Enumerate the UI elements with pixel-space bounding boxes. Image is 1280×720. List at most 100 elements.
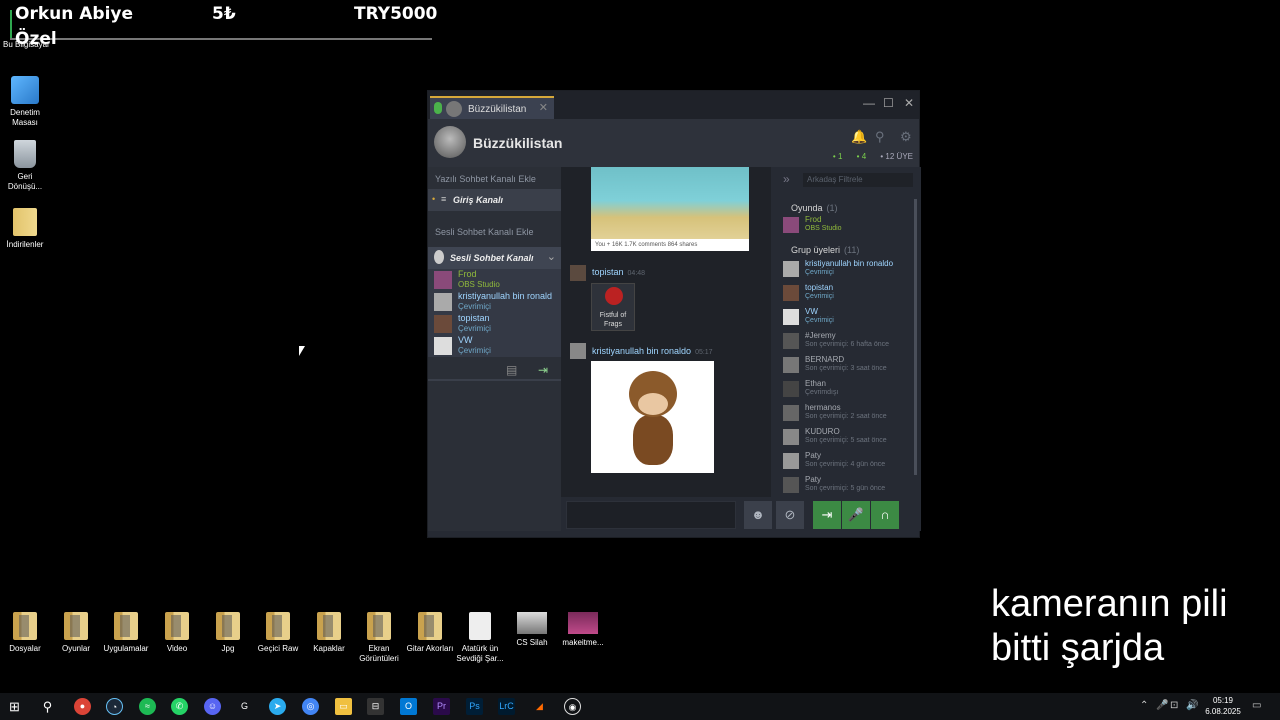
desktop-folder-jpg[interactable]: Jpg [200,612,256,654]
member-item[interactable]: BERNARD Son çevrimiçi: 3 saat önce [783,355,915,377]
desktop-folder-gitar-akorlari[interactable]: Gitar Akorları [402,612,458,654]
online-dot: • [856,152,860,161]
spotify-icon[interactable]: ≈ [139,698,156,715]
message-input[interactable] [566,501,736,529]
app-icon[interactable]: G [236,698,253,715]
desktop-file-makeitme[interactable]: makeitme... [555,612,611,648]
avatar [783,261,799,277]
shared-image-beach[interactable]: You + 16K 1.7K comments 864 shares [591,167,749,251]
voice-member[interactable]: Frod OBS Studio [434,269,559,291]
notifications-icon[interactable]: ▭ [1252,700,1261,711]
microphone-tray-icon[interactable]: 🎤 [1156,700,1168,711]
desktop-folder-video[interactable]: Video [149,612,205,654]
member-item[interactable]: Ethan Çevrimdışı [783,379,915,401]
member-counts: • 1 • 4 • 12 ÜYE [833,152,913,161]
author-name: kristiyanullah bin ronaldo [592,346,692,356]
desktop-file-cs-silah[interactable]: CS Silah [504,612,560,648]
maximize-button[interactable]: ☐ [883,96,894,110]
invite-friend-icon[interactable]: ⚲ [875,129,889,144]
member-item[interactable]: kristiyanullah bin ronaldo Çevrimiçi [783,259,915,281]
this-pc-label[interactable]: Bu Bilgisayar [3,40,50,49]
desktop-icon-control-panel[interactable]: Denetim Masası [0,76,53,128]
section-label: Oyunda [791,203,823,213]
member-item[interactable]: Paty Son çevrimiçi: 4 gün önce [783,451,915,473]
group-name: Büzzükilistan [473,135,563,151]
add-voice-channel[interactable]: Sesli Sohbet Kanalı Ekle [435,227,534,237]
bell-icon[interactable]: 🔔 [851,129,867,144]
desktop-folder-ekran-goruntuleri[interactable]: Ekran Görüntüleri [351,612,407,664]
whatsapp-icon[interactable]: ✆ [171,698,188,715]
message-author[interactable]: kristiyanullah bin ronaldo 05:17 [592,346,713,356]
section-group-members[interactable]: Grup üyeleri (11) [791,245,859,255]
chat-log: You + 16K 1.7K comments 864 shares topis… [561,167,771,497]
chrome-icon[interactable]: ● [74,698,91,715]
section-in-game[interactable]: Oyunda (1) [791,203,838,213]
headset-button[interactable]: ∩ [871,501,899,529]
premiere-icon[interactable]: Pr [433,698,450,715]
folder-icon [165,612,189,640]
add-text-channel[interactable]: Yazılı Sohbet Kanalı Ekle [435,174,536,184]
lightroom-icon[interactable]: LrC [498,698,515,715]
window-titlebar[interactable]: Büzzükilistan ✕ — ☐ ✕ [428,91,919,119]
clock[interactable]: 05:19 6.08.2025 [1204,695,1242,717]
member-item[interactable]: hermanos Son çevrimiçi: 2 saat önce [783,403,915,425]
outlook-icon[interactable]: O [400,698,417,715]
section-count: (1) [826,203,838,213]
desktop-folder-oyunlar[interactable]: Oyunlar [48,612,104,654]
voice-settings-icon[interactable]: ▤ [506,363,517,377]
chat-tab[interactable]: Büzzükilistan ✕ [430,96,554,119]
section-count: (11) [844,245,860,255]
voice-member[interactable]: kristiyanullah bin ronaldo Çevrimiçi [434,291,559,313]
expand-icon[interactable]: » [783,172,790,186]
store-icon[interactable]: ⊟ [367,698,384,715]
member-item[interactable]: #Jeremy Son çevrimiçi: 6 hafta önce [783,331,915,353]
desktop-folder-gecici-raw[interactable]: Geçici Raw [250,612,306,654]
windows-start-icon[interactable]: ⊞ [6,698,23,715]
close-tab-icon[interactable]: ✕ [539,101,548,114]
photoshop-icon[interactable]: Ps [466,698,483,715]
shared-image-monkey[interactable] [591,361,714,473]
app-icon[interactable]: ◢ [531,698,548,715]
close-button[interactable]: ✕ [904,96,914,110]
member-item[interactable]: Frod OBS Studio [783,215,915,237]
desktop-icon-recycle-bin[interactable]: Geri Dönüşü... [0,140,53,192]
desktop-file-ataturk[interactable]: Atatürk ün Sevdiği Şar... [452,612,508,664]
channel-giris[interactable]: • ≡ Giriş Kanalı [428,189,561,211]
minimize-button[interactable]: — [863,96,875,110]
volume-icon[interactable]: 🔊 [1186,700,1198,711]
avatar[interactable] [570,343,586,359]
member-item[interactable]: VW Çevrimiçi [783,307,915,329]
gear-icon[interactable]: ⚙ [900,129,914,144]
member-item[interactable]: KUDURO Son çevrimiçi: 5 saat önce [783,427,915,449]
file-explorer-icon[interactable]: ▭ [335,698,352,715]
leave-voice-button[interactable]: ⇥ [813,501,841,529]
desktop-folder-uygulamalar[interactable]: Uygulamalar [98,612,154,654]
chevron-up-icon[interactable]: ⌃ [1140,700,1148,711]
game-attachment[interactable]: Fistful of Frags [591,283,635,331]
telegram-icon[interactable]: ➤ [269,698,286,715]
avatar[interactable] [570,265,586,281]
friend-filter-input[interactable]: Arkadaş Filtrele [803,173,913,187]
desktop-folder-dosyalar[interactable]: Dosyalar [0,612,53,654]
obs-icon[interactable]: ◉ [564,698,581,715]
channel-voice[interactable]: Sesli Sohbet Kanalı ⌄ [428,247,561,269]
attach-button[interactable]: ⊘ [776,501,804,529]
network-icon[interactable]: ⊡ [1170,700,1178,711]
discord-icon[interactable]: ☺ [204,698,221,715]
member-item[interactable]: topistan Çevrimiçi [783,283,915,305]
chevron-down-icon[interactable]: ⌄ [547,250,556,263]
desktop-icon-downloads[interactable]: İndirilenler [0,208,53,250]
microphone-button[interactable]: 🎤 [842,501,870,529]
scrollbar[interactable] [914,199,917,475]
emoticon-button[interactable]: ☻ [744,501,772,529]
message-author[interactable]: topistan 04:48 [592,267,645,277]
voice-member[interactable]: topistan Çevrimiçi [434,313,559,335]
voice-member[interactable]: VW Çevrimiçi [434,335,559,357]
member-item[interactable]: Paty Son çevrimiçi: 5 gün önce [783,475,915,497]
desktop-folder-kapaklar[interactable]: Kapaklar [301,612,357,654]
search-icon[interactable]: ⚲ [39,698,56,715]
desktop-icon-label: Geçici Raw [257,644,299,653]
steam-icon[interactable]: ◔ [106,698,123,715]
chrome-alt-icon[interactable]: ◎ [302,698,319,715]
leave-voice-icon[interactable]: ⇥ [538,363,548,377]
